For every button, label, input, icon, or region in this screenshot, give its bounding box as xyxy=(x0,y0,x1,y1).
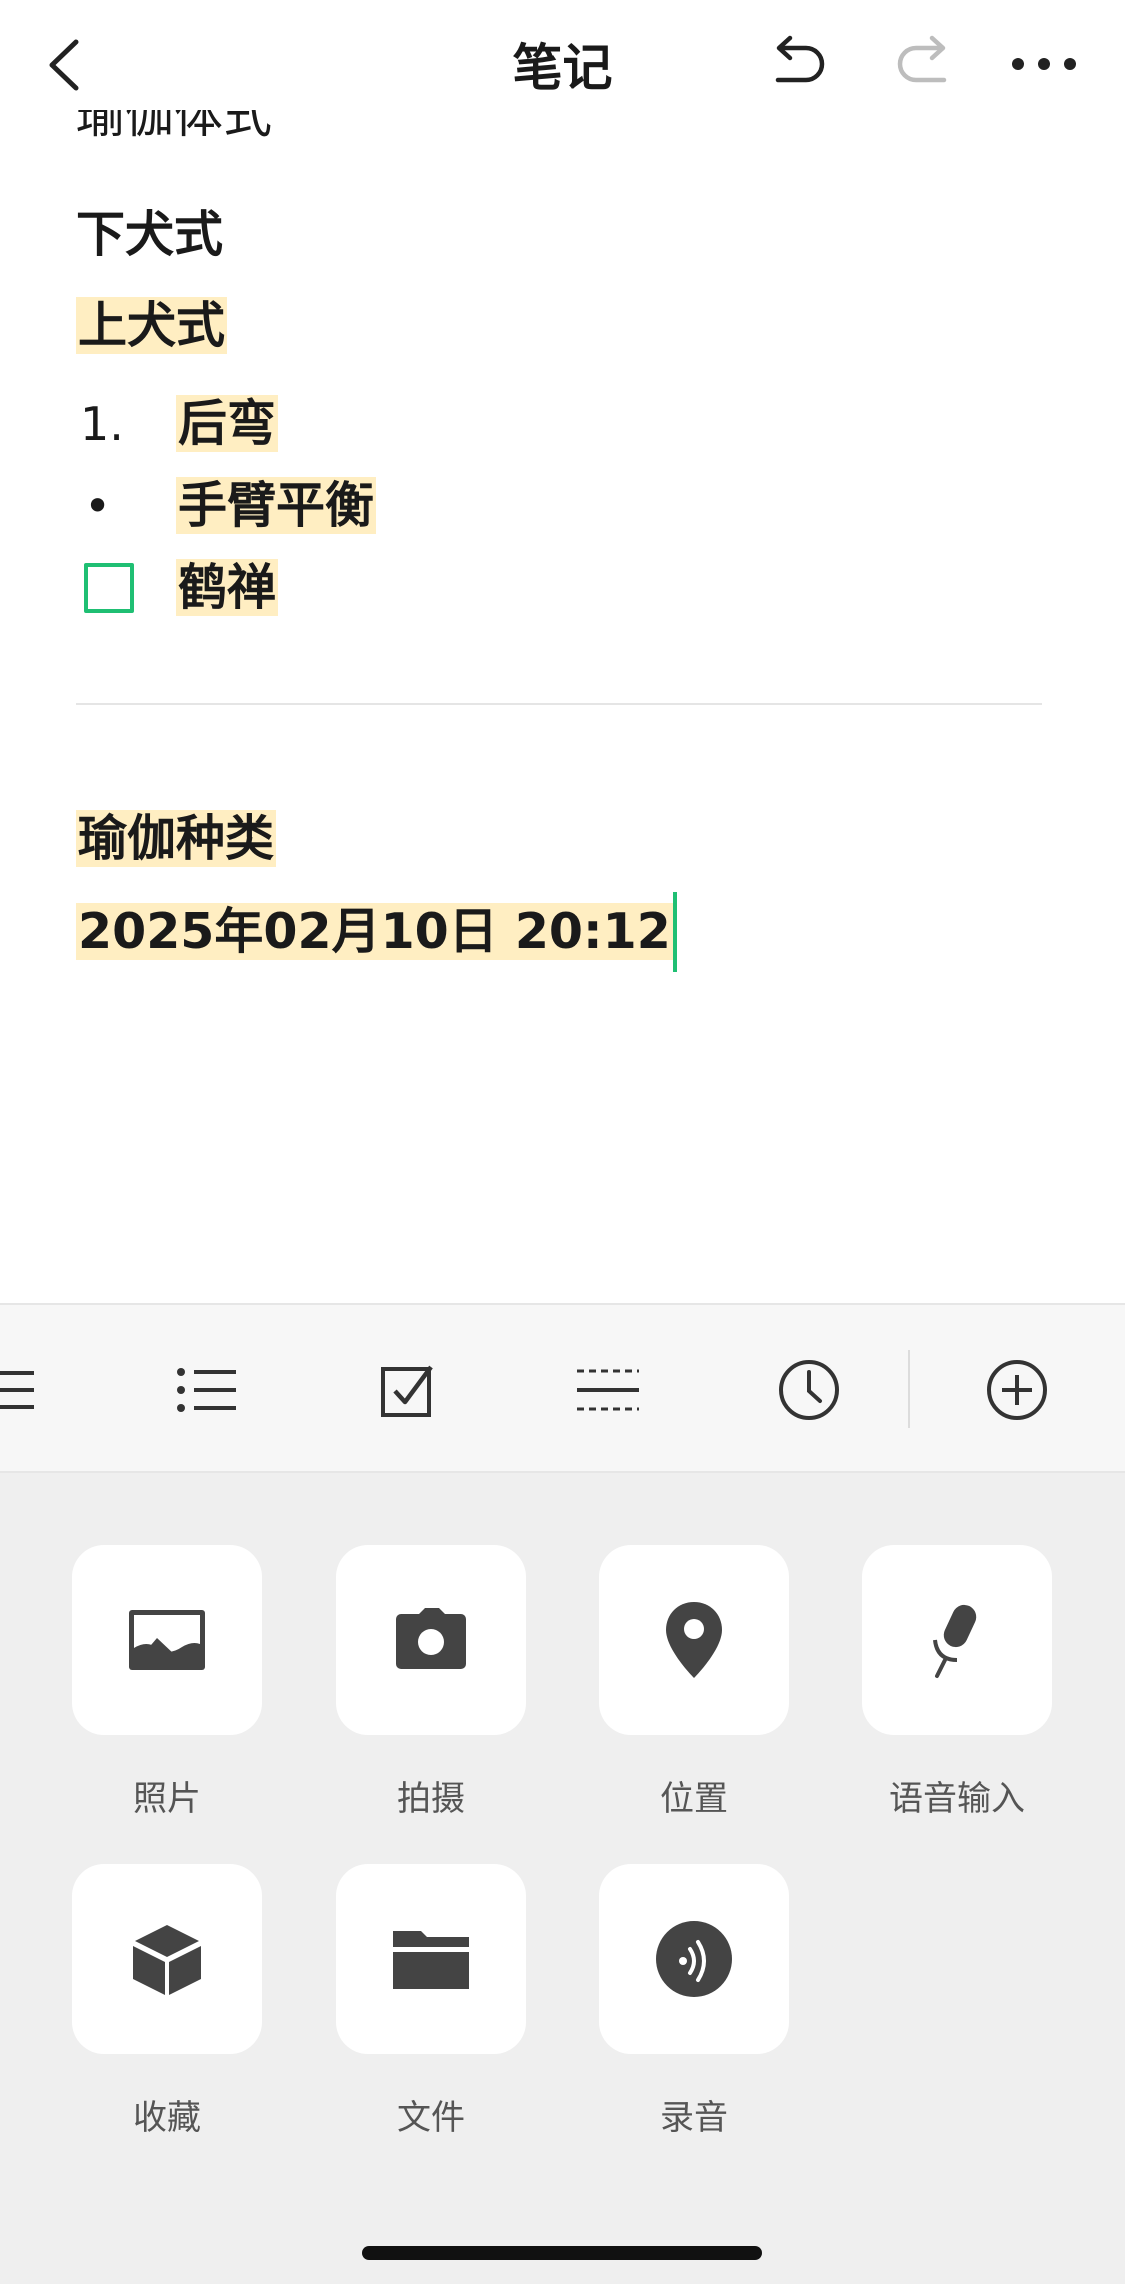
bullet-list-button[interactable] xyxy=(172,1355,242,1425)
insert-time-button[interactable] xyxy=(774,1355,844,1425)
highlighted-text: 2025年02月10日 20:12 xyxy=(76,903,673,960)
plus-circle-icon xyxy=(987,1360,1047,1420)
highlighted-text: 上犬式 xyxy=(76,297,228,354)
divider-line-icon xyxy=(577,1369,639,1411)
camera-label: 拍摄 xyxy=(397,1779,465,1819)
note-line-datetime: 2025年02月10日 20:12 xyxy=(76,892,677,972)
text-cursor xyxy=(672,892,677,972)
location-tile[interactable] xyxy=(599,1545,789,1735)
folder-icon xyxy=(393,1931,469,1989)
note-line-up-dog: 上犬式 xyxy=(76,286,228,366)
location-pin-icon xyxy=(666,1602,722,1678)
favorites-label: 收藏 xyxy=(133,2098,201,2138)
photo-label: 照片 xyxy=(133,1779,201,1819)
numbered-list-item: 后弯 xyxy=(176,384,279,464)
more-dots-icon xyxy=(1012,58,1076,70)
attachment-panel: 照片 拍摄 位置 语音输入 收藏 文件 录音 xyxy=(0,1473,1125,2284)
highlighted-text: 鹤禅 xyxy=(176,559,279,616)
clock-icon xyxy=(779,1360,839,1420)
highlighted-text: 后弯 xyxy=(176,395,279,452)
highlighted-text: 瑜伽种类 xyxy=(76,810,277,867)
todo-checkbox[interactable] xyxy=(84,563,134,613)
redo-icon xyxy=(897,35,947,83)
photo-tile[interactable] xyxy=(72,1545,262,1735)
align-button[interactable] xyxy=(0,1355,50,1425)
file-tile[interactable] xyxy=(336,1864,526,2054)
horizontal-divider xyxy=(76,703,1042,705)
bullet-list-marker: • xyxy=(84,479,112,533)
numbered-list-marker: 1. xyxy=(80,397,124,451)
cube-icon xyxy=(133,1925,201,1995)
favorites-tile[interactable] xyxy=(72,1864,262,2054)
undo-button[interactable] xyxy=(770,32,830,92)
camera-icon xyxy=(396,1608,466,1669)
todo-list-item: 鹤禅 xyxy=(176,548,279,628)
page-title: 笔记 xyxy=(512,39,613,97)
more-button[interactable] xyxy=(1008,34,1080,94)
undo-icon xyxy=(775,35,825,83)
camera-tile[interactable] xyxy=(336,1545,526,1735)
note-editor[interactable]: 瑜伽体式 下犬式 上犬式 1. 后弯 • 手臂平衡 鹤禅 瑜伽种类 2025年0… xyxy=(0,110,1125,1300)
record-tile[interactable] xyxy=(599,1864,789,2054)
photo-icon xyxy=(129,1610,205,1670)
bullet-list-icon xyxy=(177,1368,236,1412)
divider-button[interactable] xyxy=(573,1355,643,1425)
location-label: 位置 xyxy=(660,1779,728,1819)
note-line-cut: 瑜伽体式 xyxy=(76,110,273,144)
format-toolbar xyxy=(0,1303,1125,1473)
voice-input-tile[interactable] xyxy=(862,1545,1052,1735)
align-lines-icon xyxy=(0,1371,34,1409)
add-more-button[interactable] xyxy=(982,1355,1052,1425)
redo-button[interactable] xyxy=(892,32,952,92)
file-label: 文件 xyxy=(397,2098,465,2138)
checklist-button[interactable] xyxy=(373,1355,443,1425)
audio-record-icon xyxy=(656,1921,732,1997)
microphone-icon xyxy=(933,1604,977,1678)
note-line-yoga-types: 瑜伽种类 xyxy=(76,799,277,879)
toolbar-separator xyxy=(908,1350,910,1428)
home-indicator[interactable] xyxy=(362,2246,762,2260)
checkbox-icon xyxy=(381,1365,433,1417)
record-label: 录音 xyxy=(660,2098,728,2138)
highlighted-text: 手臂平衡 xyxy=(176,477,377,534)
note-text: 下犬式 xyxy=(76,206,224,263)
voice-input-label: 语音输入 xyxy=(889,1779,1025,1819)
bullet-list-item: 手臂平衡 xyxy=(176,466,377,546)
note-line-down-dog: 下犬式 xyxy=(76,195,223,275)
